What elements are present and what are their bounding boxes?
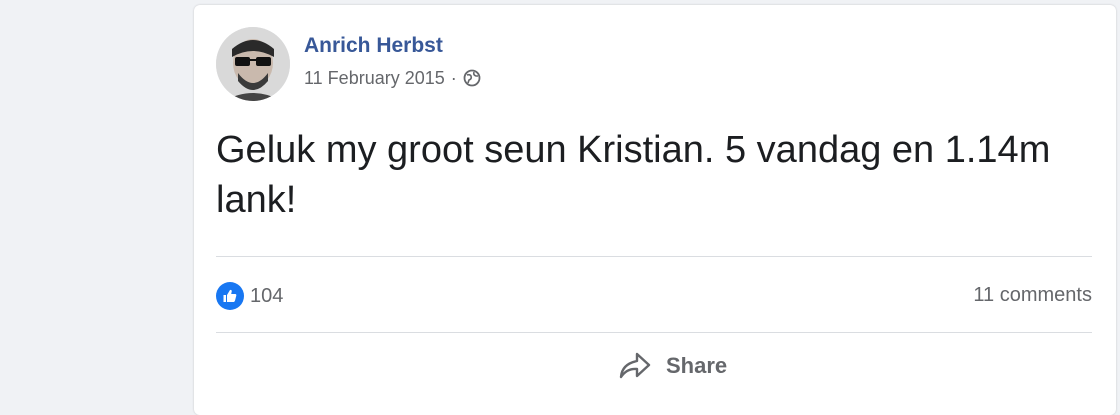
- post-message: Geluk my groot seun Kristian. 5 vandag e…: [216, 129, 1051, 221]
- divider: [216, 256, 1092, 257]
- avatar-image: [216, 27, 290, 101]
- like-icon: [216, 282, 244, 310]
- post-header: Anrich Herbst 11 February 2015 ·: [216, 27, 481, 101]
- post-date-row: 11 February 2015 ·: [304, 67, 481, 89]
- post-meta: Anrich Herbst 11 February 2015 ·: [304, 33, 481, 89]
- author-name[interactable]: Anrich Herbst: [304, 33, 481, 59]
- share-button[interactable]: Share: [618, 351, 727, 381]
- separator-dot: ·: [450, 68, 457, 88]
- post-date[interactable]: 11 February 2015: [304, 67, 445, 89]
- share-icon: [618, 351, 652, 381]
- comments-count[interactable]: 11 comments: [973, 284, 1092, 307]
- avatar[interactable]: [216, 27, 290, 101]
- share-label: Share: [666, 353, 728, 378]
- globe-icon[interactable]: [463, 69, 481, 87]
- post-card: Anrich Herbst 11 February 2015 · Geluk m…: [194, 5, 1116, 415]
- reactions-summary[interactable]: 104: [216, 282, 283, 310]
- divider: [216, 332, 1092, 333]
- reaction-count: 104: [250, 284, 284, 307]
